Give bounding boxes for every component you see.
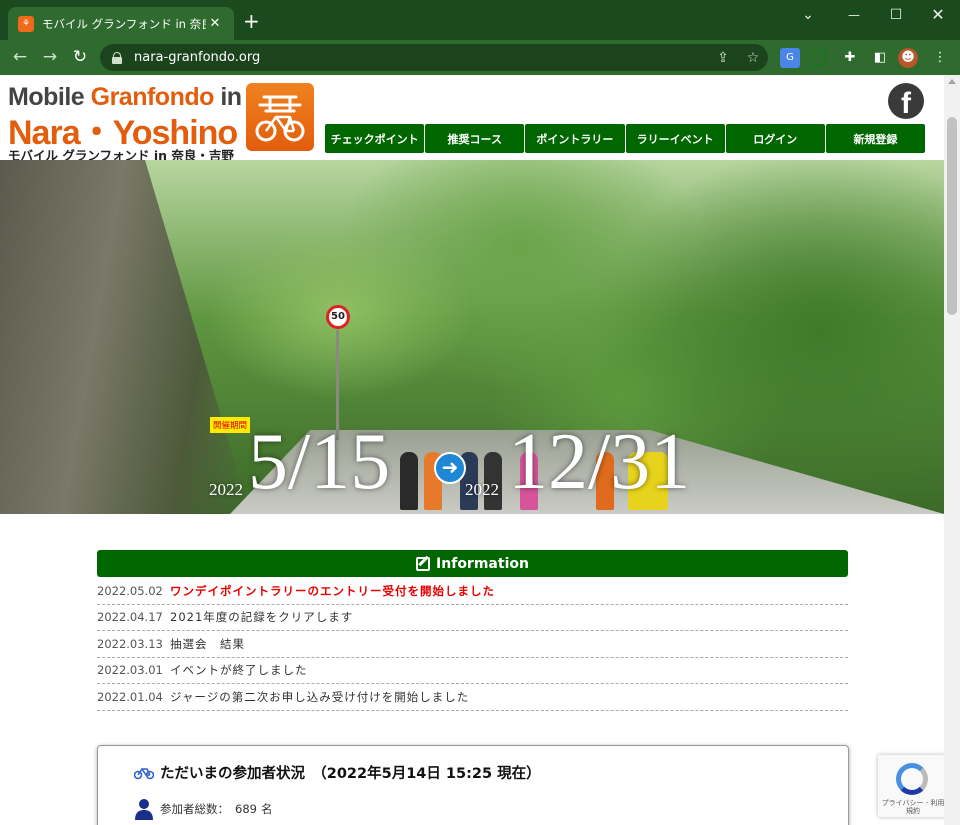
start-date: 5/15	[248, 418, 391, 506]
tab-close-icon[interactable]: ✕	[206, 16, 224, 31]
arrow-right-icon: ➜	[434, 452, 466, 484]
news-item[interactable]: 2022.03.01 イベントが終了しました	[97, 658, 848, 684]
scrollbar-thumb[interactable]	[947, 117, 957, 315]
nav-recommended-course-button[interactable]: 推奨コース	[425, 124, 525, 153]
site-favicon-icon: ⚘	[18, 15, 34, 32]
tab-search-icon[interactable]: ⌄	[788, 4, 828, 26]
back-icon[interactable]: ←	[8, 46, 32, 68]
address-bar[interactable]: nara-granfondo.org ⇪ ☆	[100, 44, 768, 71]
news-link[interactable]: ワンデイポイントラリーのエントリー受付を開始しました	[170, 583, 495, 599]
news-link[interactable]: イベントが終了しました	[170, 662, 308, 678]
start-year: 2022	[209, 480, 243, 499]
tab-title: モバイル グランフォンド in 奈良･吉野	[42, 16, 206, 31]
reload-icon[interactable]: ↻	[68, 46, 92, 68]
news-item[interactable]: 2022.05.02 ワンデイポイントラリーのエントリー受付を開始しました	[97, 578, 848, 605]
minimize-icon[interactable]: —	[834, 4, 874, 26]
maximize-icon[interactable]: ☐	[876, 4, 916, 26]
news-link[interactable]: ジャージの第二次お申し込み受け付けを開始しました	[170, 689, 469, 705]
event-period: 2022 5/15 ➜ 2022 12/31	[208, 418, 768, 508]
cast-icon[interactable]	[810, 51, 826, 65]
hero-banner: 50 開催期間 2022 5/15 ➜ 2022 12/31	[0, 160, 944, 514]
bicycle-icon	[134, 767, 154, 779]
news-date: 2022.03.01	[97, 663, 163, 678]
news-item[interactable]: 2022.01.04 ジャージの第二次お申し込み受け付けを開始しました	[97, 684, 848, 711]
bookmark-star-icon[interactable]: ☆	[738, 50, 768, 66]
end-year: 2022	[465, 480, 499, 499]
scroll-up-arrow-icon[interactable]	[948, 79, 956, 84]
site-logo[interactable]: Mobile Granfondo in Nara・Yoshino モバイル グラ…	[8, 83, 316, 163]
recaptcha-privacy-terms[interactable]: プライバシー - 利用規約	[880, 799, 944, 815]
news-item[interactable]: 2022.04.17 2021年度の記録をクリアします	[97, 605, 848, 631]
translate-icon[interactable]: G	[780, 48, 800, 68]
lock-icon[interactable]	[112, 51, 122, 64]
nav-point-rally-button[interactable]: ポイントラリー	[525, 124, 625, 153]
browser-tab-bar: ⚘ モバイル グランフォンド in 奈良･吉野 ✕ + ⌄ — ☐ ✕	[0, 0, 960, 40]
close-window-icon[interactable]: ✕	[918, 4, 958, 26]
news-link[interactable]: 抽選会 結果	[170, 636, 245, 652]
recaptcha-icon	[896, 763, 928, 795]
participant-status-heading: ただいまの参加者状況 （2022年5月14日 15:25 現在）	[134, 762, 541, 783]
information-header: Information	[97, 550, 848, 577]
news-link[interactable]: 2021年度の記録をクリアします	[170, 609, 353, 625]
speed-limit-sign: 50	[326, 305, 350, 329]
participant-status-panel: ただいまの参加者状況 （2022年5月14日 15:25 現在） 参加者総数： …	[97, 745, 849, 825]
side-panel-icon[interactable]: ◧	[870, 48, 890, 68]
participant-total-count: 689	[235, 802, 257, 816]
news-date: 2022.03.13	[97, 636, 163, 651]
url-text[interactable]: nara-granfondo.org	[134, 50, 708, 65]
participant-total-row: 参加者総数： 689 名	[134, 798, 272, 820]
news-date: 2022.04.17	[97, 610, 163, 625]
logo-bicycle-icon	[246, 83, 314, 151]
nav-register-button[interactable]: 新規登録	[825, 124, 926, 153]
news-item[interactable]: 2022.03.13 抽選会 結果	[97, 631, 848, 658]
share-icon[interactable]: ⇪	[708, 50, 738, 66]
nav-checkpoint-button[interactable]: チェックポイント	[325, 124, 425, 153]
edit-icon	[416, 556, 431, 571]
main-navigation: チェックポイント 推奨コース ポイントラリー ラリーイベント ログイン 新規登録	[325, 124, 926, 153]
page-viewport: Mobile Granfondo in Nara・Yoshino モバイル グラ…	[0, 75, 944, 825]
forward-icon[interactable]: →	[38, 46, 62, 68]
recaptcha-badge[interactable]: プライバシー - 利用規約	[878, 755, 944, 817]
new-tab-icon[interactable]: +	[243, 11, 260, 31]
participant-total-unit: 名	[260, 802, 273, 816]
facebook-icon[interactable]: f	[888, 83, 924, 119]
news-date: 2022.01.04	[97, 689, 163, 704]
profile-avatar[interactable]: ☻	[898, 48, 918, 68]
browser-menu-icon[interactable]: ⋮	[930, 48, 950, 68]
participant-status-title: ただいまの参加者状況 （2022年5月14日 15:25 現在）	[160, 766, 541, 782]
extensions-puzzle-icon[interactable]: ✚	[840, 48, 860, 68]
nav-login-button[interactable]: ログイン	[725, 124, 825, 153]
page-scrollbar[interactable]	[944, 75, 960, 825]
nav-rally-event-button[interactable]: ラリーイベント	[625, 124, 725, 153]
news-date: 2022.05.02	[97, 583, 163, 598]
information-title: Information	[436, 555, 529, 572]
browser-toolbar: ← → ↻ nara-granfondo.org ⇪ ☆ G ✚ ◧ ☻ ⋮	[0, 40, 960, 75]
browser-tab[interactable]: ⚘ モバイル グランフォンド in 奈良･吉野 ✕	[8, 7, 234, 40]
participant-total-label: 参加者総数：	[160, 802, 229, 816]
person-icon	[135, 799, 153, 820]
news-list: 2022.05.02 ワンデイポイントラリーのエントリー受付を開始しました 20…	[97, 578, 848, 711]
end-date: 12/31	[508, 418, 691, 506]
